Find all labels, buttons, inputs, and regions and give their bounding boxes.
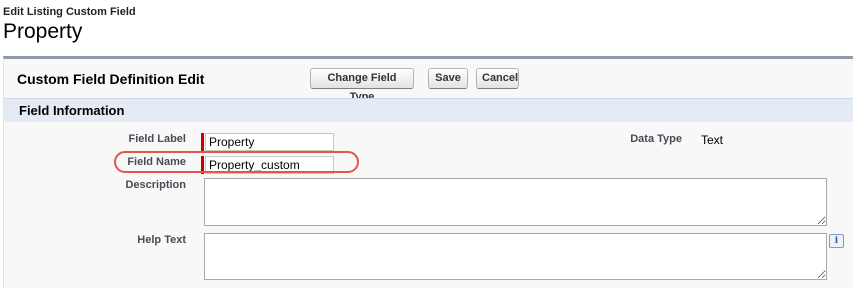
field-name-label: Field Name [127, 156, 186, 168]
change-field-type-button[interactable]: Change Field Type [310, 68, 414, 103]
help-text-textarea[interactable] [204, 233, 827, 280]
field-name-required-indicator [201, 156, 204, 174]
page-header: Edit Listing Custom Field Property [3, 6, 136, 44]
field-name-input[interactable] [205, 156, 334, 174]
field-label-label: Field Label [128, 133, 186, 145]
help-text-label: Help Text [137, 234, 186, 246]
save-button[interactable]: Save [428, 68, 468, 89]
custom-field-edit-panel: Custom Field Definition Edit Change Fiel… [3, 56, 853, 288]
breadcrumb: Edit Listing Custom Field [3, 6, 136, 18]
page-title: Property [3, 20, 83, 43]
panel-title: Custom Field Definition Edit [17, 71, 205, 87]
info-icon[interactable]: i [829, 234, 844, 248]
section-title: Field Information [19, 103, 125, 118]
description-label: Description [125, 179, 186, 191]
data-type-label: Data Type [630, 133, 682, 145]
description-textarea[interactable] [204, 178, 827, 226]
cancel-button[interactable]: Cancel [476, 68, 519, 89]
section-header-field-information: Field Information [4, 98, 853, 122]
data-type-value: Text [701, 133, 724, 147]
field-label-required-indicator [201, 133, 204, 151]
field-label-input[interactable] [205, 133, 334, 151]
